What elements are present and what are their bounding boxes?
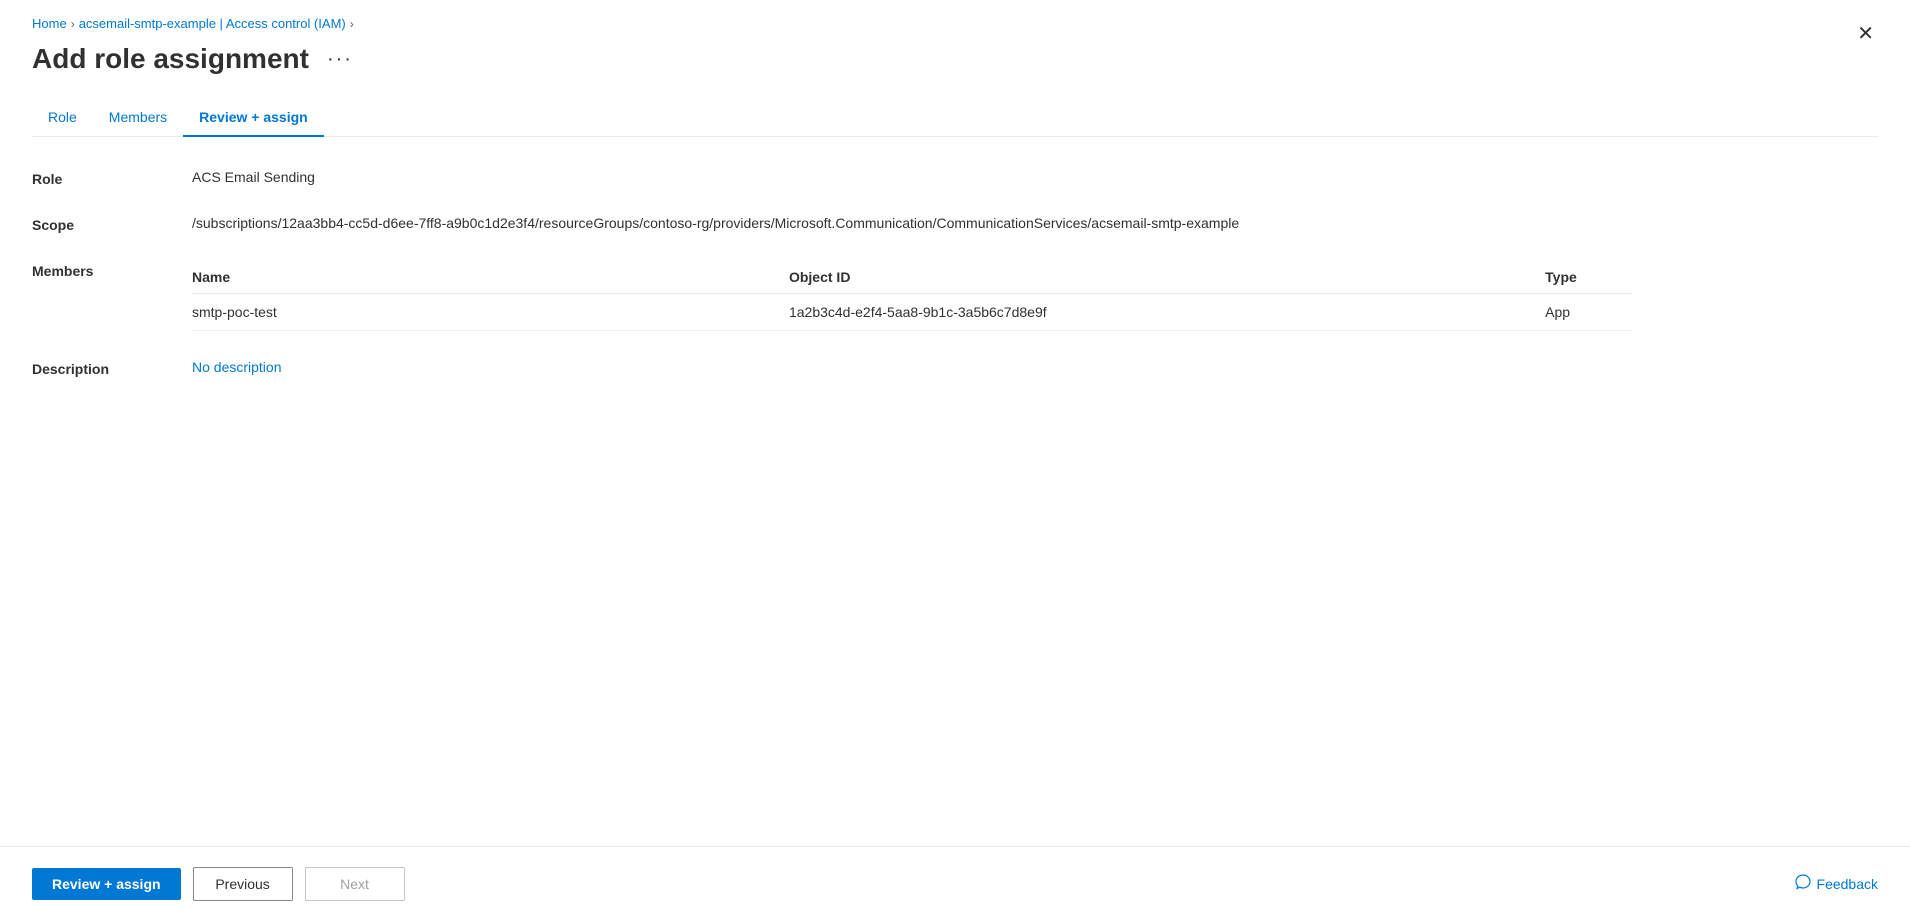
breadcrumb-separator-2: ›	[350, 17, 354, 31]
member-object-id: 1a2b3c4d-e2f4-5aa8-9b1c-3a5b6c7d8e9f	[789, 294, 1545, 331]
footer: Review + assign Previous Next Feedback	[0, 846, 1910, 921]
tab-review-assign[interactable]: Review + assign	[183, 99, 324, 137]
breadcrumb: Home › acsemail-smtp-example | Access co…	[32, 16, 1878, 31]
close-button[interactable]: ✕	[1849, 20, 1882, 48]
description-row: Description No description	[32, 359, 1632, 377]
review-assign-button[interactable]: Review + assign	[32, 868, 181, 900]
role-value: ACS Email Sending	[192, 169, 1632, 185]
breadcrumb-separator-1: ›	[71, 17, 75, 31]
description-value: No description	[192, 359, 1632, 375]
tab-role[interactable]: Role	[32, 99, 93, 137]
members-label: Members	[32, 261, 152, 279]
page-title: Add role assignment	[32, 43, 309, 75]
feedback-button[interactable]: Feedback	[1795, 874, 1878, 895]
form-section: Role ACS Email Sending Scope /subscripti…	[32, 169, 1632, 377]
col-header-name: Name	[192, 261, 789, 294]
tabs-container: Role Members Review + assign	[32, 99, 1878, 137]
breadcrumb-iam[interactable]: acsemail-smtp-example | Access control (…	[79, 16, 346, 31]
members-section: Members Name Object ID Type smtp-poc-tes…	[32, 261, 1632, 331]
previous-button[interactable]: Previous	[193, 867, 293, 901]
scope-label: Scope	[32, 215, 152, 233]
members-table: Name Object ID Type smtp-poc-test 1a2b3c…	[192, 261, 1632, 331]
scope-value: /subscriptions/12aa3bb4-cc5d-d6ee-7ff8-a…	[192, 215, 1632, 231]
page-title-row: Add role assignment ···	[32, 43, 1878, 75]
next-button: Next	[305, 867, 405, 901]
table-row: smtp-poc-test 1a2b3c4d-e2f4-5aa8-9b1c-3a…	[192, 294, 1632, 331]
role-label: Role	[32, 169, 152, 187]
breadcrumb-home[interactable]: Home	[32, 16, 67, 31]
more-options-button[interactable]: ···	[319, 44, 361, 75]
feedback-label: Feedback	[1817, 876, 1878, 892]
feedback-icon	[1795, 874, 1811, 895]
col-header-object-id: Object ID	[789, 261, 1545, 294]
tab-members[interactable]: Members	[93, 99, 183, 137]
role-row: Role ACS Email Sending	[32, 169, 1632, 187]
col-header-type: Type	[1545, 261, 1632, 294]
scope-row: Scope /subscriptions/12aa3bb4-cc5d-d6ee-…	[32, 215, 1632, 233]
description-label: Description	[32, 359, 152, 377]
member-name: smtp-poc-test	[192, 294, 789, 331]
member-type: App	[1545, 294, 1632, 331]
